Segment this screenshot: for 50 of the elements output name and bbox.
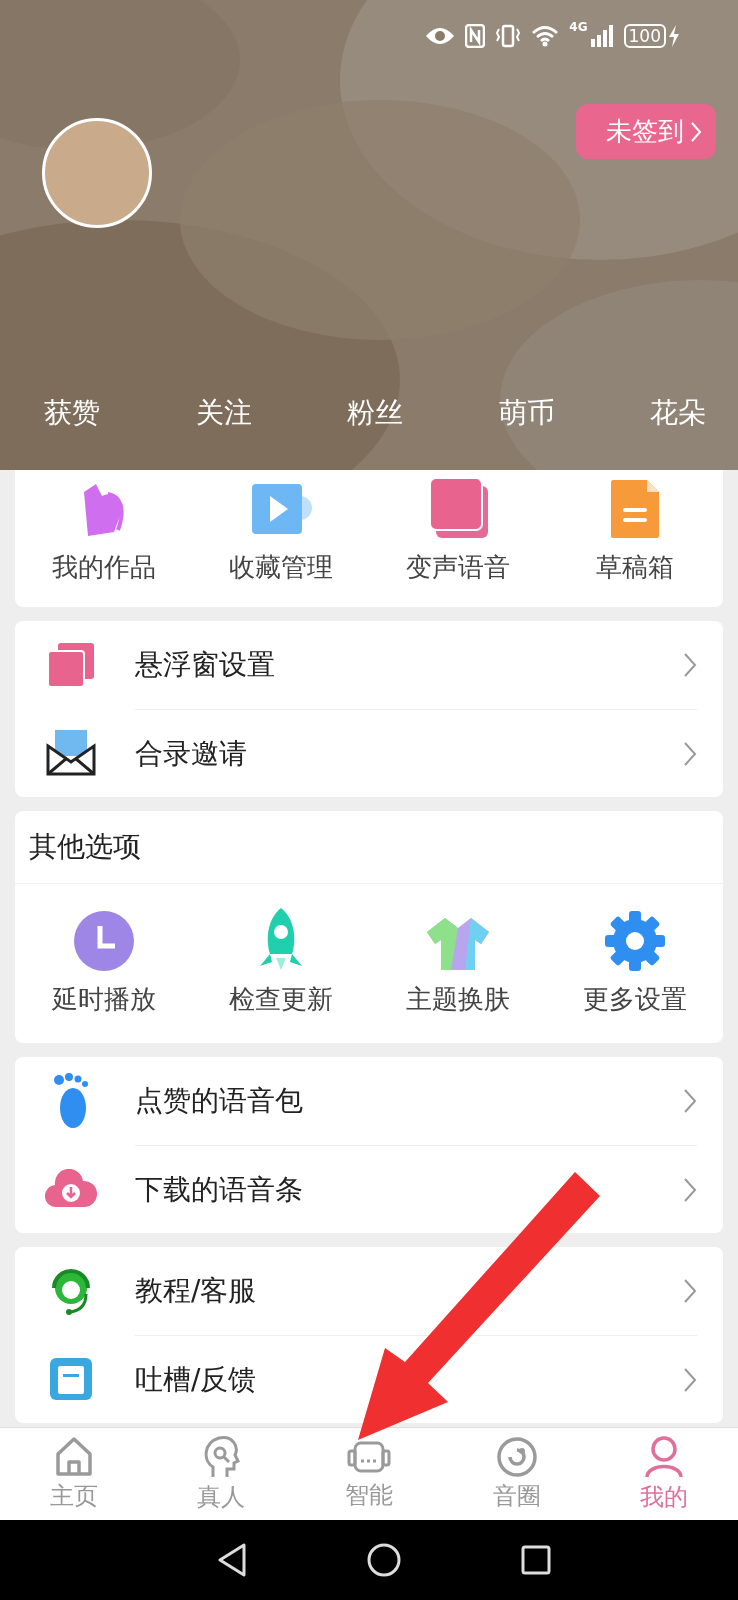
network-type: 4G — [569, 20, 588, 34]
stacked-squares-icon — [46, 641, 96, 689]
shortcut-label[interactable]: 延时播放 — [51, 982, 156, 1017]
chevron-right-icon — [683, 740, 697, 767]
chevron-right-icon — [683, 652, 697, 678]
shirt-icon — [424, 916, 491, 972]
menu-item-label[interactable]: 吐槽/反馈 — [135, 1360, 257, 1399]
cloud-download-icon — [45, 1169, 97, 1209]
stat-label[interactable]: 花朵 — [650, 394, 706, 432]
clock-icon — [72, 910, 135, 972]
battery-level: 100 — [623, 24, 666, 48]
charging-icon — [668, 25, 680, 47]
stat-label[interactable]: 获赞 — [44, 394, 100, 432]
shortcut-label[interactable]: 我的作品 — [51, 550, 156, 585]
chevron-right-icon — [683, 1278, 697, 1304]
person-icon — [644, 1435, 685, 1479]
section-title: 其他选项 — [15, 811, 723, 884]
wifi-icon — [531, 25, 560, 47]
chat-icon — [48, 1356, 94, 1402]
stat-label[interactable]: 萌币 — [498, 394, 555, 432]
menu-item-label[interactable]: 合录邀请 — [135, 734, 247, 773]
stat-label[interactable]: 关注 — [195, 394, 252, 432]
back-button[interactable] — [217, 1543, 247, 1577]
nfc-icon — [465, 24, 486, 48]
document-icon — [608, 478, 661, 540]
menu-item-label[interactable]: 点赞的语音包 — [135, 1082, 303, 1120]
gear-icon — [603, 910, 666, 972]
circle-dot-icon — [495, 1436, 538, 1478]
chevron-right-icon — [683, 1088, 697, 1114]
menu-item-label[interactable]: 悬浮窗设置 — [135, 646, 275, 684]
home-button[interactable] — [367, 1543, 401, 1577]
footprint-icon — [51, 1072, 91, 1130]
chevron-right-icon — [690, 120, 702, 143]
stat-label[interactable]: 粉丝 — [347, 394, 403, 432]
shortcut-label[interactable]: 检查更新 — [228, 982, 333, 1017]
envelope-icon — [45, 728, 97, 778]
signal-icon — [589, 25, 614, 47]
shortcut-label[interactable]: 变声语音 — [405, 550, 510, 585]
eye-icon — [425, 26, 456, 46]
menu-item-label[interactable]: 下载的语音条 — [135, 1170, 303, 1209]
chevron-right-icon — [683, 1366, 697, 1393]
recents-button[interactable] — [521, 1545, 551, 1575]
shortcut-label[interactable]: 更多设置 — [582, 982, 687, 1017]
vibrate-icon — [495, 24, 522, 48]
menu-item-label[interactable]: 教程/客服 — [135, 1272, 257, 1310]
home-icon — [53, 1436, 94, 1478]
shortcut-label[interactable]: 收藏管理 — [228, 550, 333, 585]
shortcut-label[interactable]: 草稿箱 — [595, 550, 674, 585]
shortcut-label[interactable]: 主题换肤 — [405, 982, 510, 1017]
chevron-right-icon — [683, 1176, 697, 1203]
